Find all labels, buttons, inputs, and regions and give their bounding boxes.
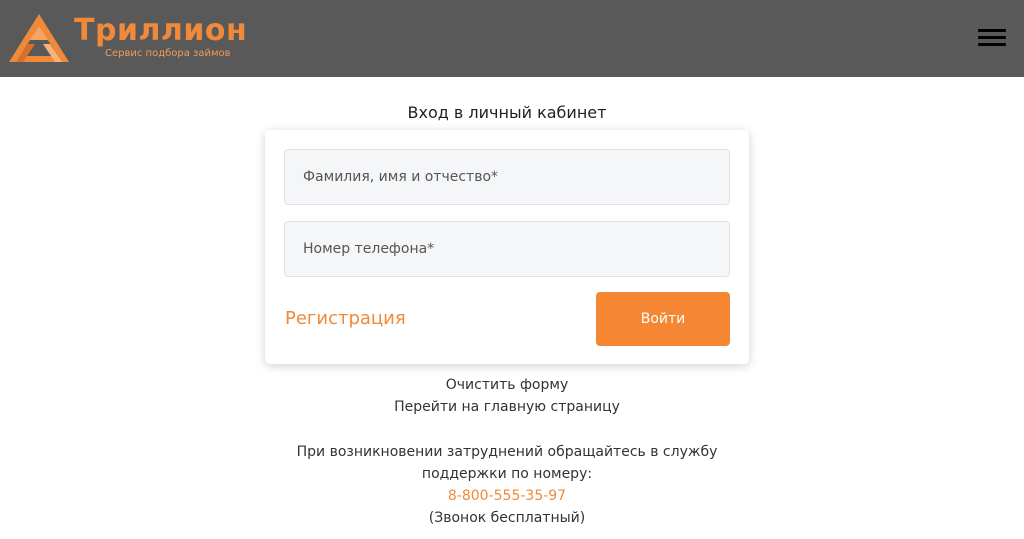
login-form: Регистрация Войти bbox=[265, 130, 749, 364]
support-call-note: (Звонок бесплатный) bbox=[428, 510, 586, 526]
menu-bar bbox=[978, 36, 1006, 39]
logo-title: Триллион bbox=[74, 13, 248, 48]
site-header: Триллион Сервис подбора займов bbox=[0, 0, 1024, 77]
phone-input[interactable] bbox=[284, 221, 730, 277]
menu-bar bbox=[978, 43, 1006, 46]
logo-subtitle: Сервис подбора займов bbox=[105, 48, 231, 59]
triangle-logo-icon bbox=[9, 14, 69, 62]
clear-form-link[interactable]: Очистить форму bbox=[0, 374, 1014, 396]
secondary-links: Очистить форму Перейти на главную страни… bbox=[0, 374, 1014, 418]
support-info: При возникновении затруднений обращайтес… bbox=[0, 441, 1014, 529]
full-name-input[interactable] bbox=[284, 149, 730, 205]
support-phone-link[interactable]: 8-800-555-35-97 bbox=[0, 485, 1014, 507]
support-text-line2: поддержки по номеру: bbox=[421, 466, 593, 482]
register-link[interactable]: Регистрация bbox=[285, 307, 406, 331]
logo[interactable]: Триллион Сервис подбора займов bbox=[8, 10, 258, 66]
go-home-link[interactable]: Перейти на главную страницу bbox=[0, 396, 1014, 418]
support-text-line1: При возникновении затруднений обращайтес… bbox=[296, 444, 718, 460]
menu-bar bbox=[978, 29, 1006, 32]
login-button[interactable]: Войти bbox=[596, 292, 730, 346]
hamburger-menu-icon[interactable] bbox=[976, 26, 1008, 50]
page-title: Вход в личный кабинет bbox=[407, 103, 607, 122]
